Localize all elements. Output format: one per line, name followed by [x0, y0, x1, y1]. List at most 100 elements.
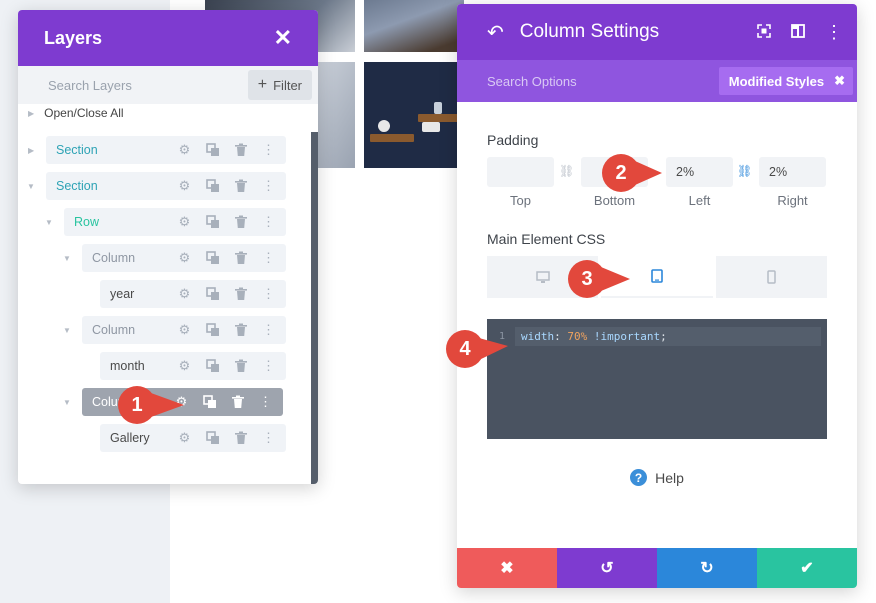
filter-label: Filter — [273, 77, 302, 93]
more-icon[interactable]: ⋮ — [261, 430, 276, 446]
css-code-editor[interactable]: 1 width: 70% !important; — [487, 319, 827, 439]
help-link[interactable]: ? Help — [457, 469, 857, 486]
more-icon[interactable]: ⋮ — [261, 286, 276, 302]
callout-number: 4 — [459, 337, 471, 360]
layer-section[interactable]: Section ⚙ ⋮ — [46, 136, 286, 164]
padding-bottom-caption: Bottom — [593, 193, 636, 208]
padding-top-input[interactable] — [487, 157, 554, 187]
duplicate-icon[interactable] — [205, 215, 220, 230]
more-icon[interactable]: ⋮ — [261, 322, 276, 338]
layer-module[interactable]: Gallery ⚙ ⋮ — [100, 424, 286, 452]
duplicate-icon[interactable] — [205, 431, 220, 446]
caret-right-icon: ▶ — [28, 108, 35, 118]
layer-column[interactable]: Column ⚙ ⋮ — [82, 316, 286, 344]
layer-row[interactable]: Row ⚙ ⋮ — [64, 208, 286, 236]
tablet-icon — [651, 269, 663, 283]
duplicate-icon[interactable] — [205, 143, 220, 158]
duplicate-icon[interactable] — [205, 251, 220, 266]
duplicate-icon[interactable] — [205, 323, 220, 338]
code-line[interactable]: width: 70% !important; — [515, 327, 821, 346]
duplicate-icon[interactable] — [205, 287, 220, 302]
modified-styles-label: Modified Styles — [728, 73, 825, 89]
more-icon[interactable]: ⋮ — [258, 394, 273, 410]
link-icon[interactable]: ⛓ — [737, 164, 752, 178]
callout-1: 1 — [118, 386, 184, 424]
more-icon[interactable]: ⋮ — [261, 214, 276, 230]
undo-button[interactable]: ↺ — [557, 548, 657, 588]
gear-icon[interactable]: ⚙ — [177, 214, 192, 230]
duplicate-icon[interactable] — [205, 359, 220, 374]
trash-icon[interactable] — [233, 287, 248, 302]
layer-label: Row — [74, 215, 100, 229]
expand-icon[interactable] — [757, 23, 771, 41]
search-layers-input[interactable]: Search Layers — [48, 78, 132, 93]
back-arrow-icon[interactable]: ↶ — [487, 20, 504, 45]
close-icon[interactable]: ✖ — [834, 73, 845, 89]
open-close-all[interactable]: ▶ Open/Close All — [28, 106, 124, 120]
trash-icon[interactable] — [233, 179, 248, 194]
padding-right-caption: Right — [777, 193, 808, 208]
trash-icon[interactable] — [233, 323, 248, 338]
gear-icon[interactable]: ⚙ — [177, 178, 192, 194]
settings-title: Column Settings — [519, 21, 660, 42]
settings-subbar: Search Options Modified Styles ✖ — [457, 60, 857, 102]
open-close-all-label: Open/Close All — [44, 106, 124, 120]
layer-column[interactable]: Column ⚙ ⋮ — [82, 244, 286, 272]
caret-right-icon[interactable]: ▶ — [28, 146, 34, 155]
unlink-icon[interactable]: ⛓ — [559, 164, 574, 178]
gear-icon[interactable]: ⚙ — [177, 430, 192, 446]
trash-icon[interactable] — [233, 143, 248, 158]
trash-icon[interactable] — [233, 431, 248, 446]
caret-down-icon[interactable]: ▼ — [63, 254, 71, 263]
settings-header: ↶ Column Settings ⋮ — [457, 4, 857, 60]
callout-number: 3 — [581, 267, 593, 290]
gear-icon[interactable]: ⚙ — [177, 358, 192, 374]
layer-section[interactable]: Section ⚙ ⋮ — [46, 172, 286, 200]
layers-title: Layers — [44, 27, 103, 48]
more-icon[interactable]: ⋮ — [261, 178, 276, 194]
duplicate-icon[interactable] — [202, 395, 217, 410]
redo-button[interactable]: ↻ — [657, 548, 757, 588]
split-view-icon[interactable] — [791, 23, 805, 41]
redo-icon: ↻ — [700, 560, 714, 577]
layer-label: month — [110, 359, 145, 373]
callout-4: 4 — [444, 330, 512, 368]
layer-module[interactable]: month ⚙ ⋮ — [100, 352, 286, 380]
close-icon: ✖ — [500, 560, 514, 577]
gear-icon[interactable]: ⚙ — [177, 142, 192, 158]
more-icon[interactable]: ⋮ — [261, 358, 276, 374]
caret-down-icon[interactable]: ▼ — [27, 182, 35, 191]
layers-scrollbar[interactable] — [311, 132, 318, 484]
duplicate-icon[interactable] — [205, 179, 220, 194]
padding-left-input[interactable]: 2% — [666, 157, 733, 187]
padding-right-input[interactable]: 2% — [759, 157, 826, 187]
phone-tab[interactable] — [715, 256, 827, 298]
layer-label: Column — [92, 251, 136, 265]
device-tabs — [487, 256, 827, 298]
more-icon[interactable]: ⋮ — [261, 250, 276, 266]
layers-header: Layers ✕ — [18, 10, 318, 66]
trash-icon[interactable] — [230, 395, 245, 410]
cancel-button[interactable]: ✖ — [457, 548, 557, 588]
caret-down-icon[interactable]: ▼ — [63, 326, 71, 335]
callout-number: 1 — [131, 393, 143, 416]
caret-down-icon[interactable]: ▼ — [63, 398, 71, 407]
more-icon[interactable]: ⋮ — [825, 22, 843, 43]
trash-icon[interactable] — [233, 251, 248, 266]
close-icon[interactable]: ✕ — [274, 27, 292, 49]
gear-icon[interactable]: ⚙ — [177, 286, 192, 302]
save-button[interactable]: ✔ — [757, 548, 857, 588]
modified-styles-filter[interactable]: Modified Styles ✖ — [718, 67, 853, 95]
more-icon[interactable]: ⋮ — [261, 142, 276, 158]
layer-label: Gallery — [110, 431, 150, 445]
gear-icon[interactable]: ⚙ — [177, 322, 192, 338]
help-icon: ? — [630, 469, 648, 486]
filter-button[interactable]: + Filter — [247, 70, 312, 100]
layer-module[interactable]: year ⚙ ⋮ — [100, 280, 286, 308]
gear-icon[interactable]: ⚙ — [177, 250, 192, 266]
caret-down-icon[interactable]: ▼ — [45, 218, 53, 227]
trash-icon[interactable] — [233, 215, 248, 230]
trash-icon[interactable] — [233, 359, 248, 374]
callout-3: 3 — [566, 260, 632, 298]
search-options-input[interactable]: Search Options — [487, 74, 577, 89]
